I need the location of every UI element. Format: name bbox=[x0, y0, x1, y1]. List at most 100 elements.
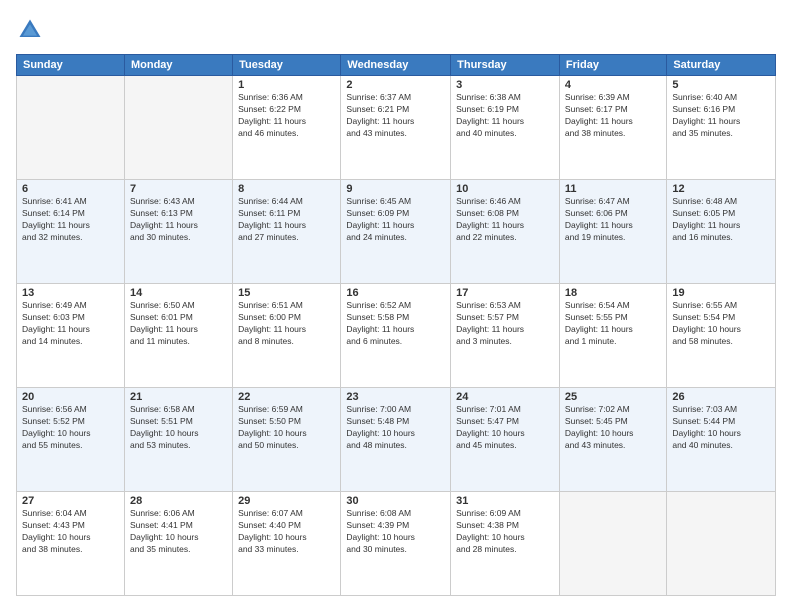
day-number: 12 bbox=[672, 183, 770, 195]
day-info: Sunrise: 6:54 AM Sunset: 5:55 PM Dayligh… bbox=[565, 300, 661, 348]
calendar-cell: 14Sunrise: 6:50 AM Sunset: 6:01 PM Dayli… bbox=[124, 284, 232, 388]
day-number: 4 bbox=[565, 79, 661, 91]
day-info: Sunrise: 6:38 AM Sunset: 6:19 PM Dayligh… bbox=[456, 92, 554, 140]
calendar-cell: 19Sunrise: 6:55 AM Sunset: 5:54 PM Dayli… bbox=[667, 284, 776, 388]
day-number: 1 bbox=[238, 79, 335, 91]
day-info: Sunrise: 6:47 AM Sunset: 6:06 PM Dayligh… bbox=[565, 196, 661, 244]
day-info: Sunrise: 6:37 AM Sunset: 6:21 PM Dayligh… bbox=[346, 92, 445, 140]
calendar-cell: 30Sunrise: 6:08 AM Sunset: 4:39 PM Dayli… bbox=[341, 492, 451, 596]
day-number: 14 bbox=[130, 287, 227, 299]
calendar-cell: 3Sunrise: 6:38 AM Sunset: 6:19 PM Daylig… bbox=[451, 76, 560, 180]
day-info: Sunrise: 6:08 AM Sunset: 4:39 PM Dayligh… bbox=[346, 508, 445, 556]
calendar-cell bbox=[124, 76, 232, 180]
calendar-cell: 22Sunrise: 6:59 AM Sunset: 5:50 PM Dayli… bbox=[233, 388, 341, 492]
day-number: 5 bbox=[672, 79, 770, 91]
calendar-cell: 10Sunrise: 6:46 AM Sunset: 6:08 PM Dayli… bbox=[451, 180, 560, 284]
day-info: Sunrise: 6:39 AM Sunset: 6:17 PM Dayligh… bbox=[565, 92, 661, 140]
day-number: 9 bbox=[346, 183, 445, 195]
day-number: 22 bbox=[238, 391, 335, 403]
calendar-cell: 29Sunrise: 6:07 AM Sunset: 4:40 PM Dayli… bbox=[233, 492, 341, 596]
day-number: 7 bbox=[130, 183, 227, 195]
day-info: Sunrise: 6:04 AM Sunset: 4:43 PM Dayligh… bbox=[22, 508, 119, 556]
day-number: 19 bbox=[672, 287, 770, 299]
day-number: 2 bbox=[346, 79, 445, 91]
calendar-week-5: 27Sunrise: 6:04 AM Sunset: 4:43 PM Dayli… bbox=[17, 492, 776, 596]
calendar-cell: 7Sunrise: 6:43 AM Sunset: 6:13 PM Daylig… bbox=[124, 180, 232, 284]
day-info: Sunrise: 6:36 AM Sunset: 6:22 PM Dayligh… bbox=[238, 92, 335, 140]
day-number: 28 bbox=[130, 495, 227, 507]
day-info: Sunrise: 7:01 AM Sunset: 5:47 PM Dayligh… bbox=[456, 404, 554, 452]
calendar-cell: 8Sunrise: 6:44 AM Sunset: 6:11 PM Daylig… bbox=[233, 180, 341, 284]
day-info: Sunrise: 6:51 AM Sunset: 6:00 PM Dayligh… bbox=[238, 300, 335, 348]
day-info: Sunrise: 6:58 AM Sunset: 5:51 PM Dayligh… bbox=[130, 404, 227, 452]
day-info: Sunrise: 6:48 AM Sunset: 6:05 PM Dayligh… bbox=[672, 196, 770, 244]
day-info: Sunrise: 6:52 AM Sunset: 5:58 PM Dayligh… bbox=[346, 300, 445, 348]
day-info: Sunrise: 6:59 AM Sunset: 5:50 PM Dayligh… bbox=[238, 404, 335, 452]
day-info: Sunrise: 6:41 AM Sunset: 6:14 PM Dayligh… bbox=[22, 196, 119, 244]
day-info: Sunrise: 6:50 AM Sunset: 6:01 PM Dayligh… bbox=[130, 300, 227, 348]
day-info: Sunrise: 6:40 AM Sunset: 6:16 PM Dayligh… bbox=[672, 92, 770, 140]
day-number: 16 bbox=[346, 287, 445, 299]
calendar-header-monday: Monday bbox=[124, 55, 232, 76]
calendar-cell: 5Sunrise: 6:40 AM Sunset: 6:16 PM Daylig… bbox=[667, 76, 776, 180]
day-number: 11 bbox=[565, 183, 661, 195]
calendar-header-friday: Friday bbox=[559, 55, 666, 76]
day-info: Sunrise: 7:00 AM Sunset: 5:48 PM Dayligh… bbox=[346, 404, 445, 452]
day-number: 24 bbox=[456, 391, 554, 403]
calendar-header-thursday: Thursday bbox=[451, 55, 560, 76]
logo-icon bbox=[16, 16, 44, 44]
day-info: Sunrise: 6:06 AM Sunset: 4:41 PM Dayligh… bbox=[130, 508, 227, 556]
day-number: 25 bbox=[565, 391, 661, 403]
calendar-cell: 15Sunrise: 6:51 AM Sunset: 6:00 PM Dayli… bbox=[233, 284, 341, 388]
day-info: Sunrise: 6:56 AM Sunset: 5:52 PM Dayligh… bbox=[22, 404, 119, 452]
day-number: 30 bbox=[346, 495, 445, 507]
day-number: 10 bbox=[456, 183, 554, 195]
calendar-week-4: 20Sunrise: 6:56 AM Sunset: 5:52 PM Dayli… bbox=[17, 388, 776, 492]
calendar-table: SundayMondayTuesdayWednesdayThursdayFrid… bbox=[16, 54, 776, 596]
calendar-cell bbox=[17, 76, 125, 180]
day-number: 8 bbox=[238, 183, 335, 195]
calendar-cell: 23Sunrise: 7:00 AM Sunset: 5:48 PM Dayli… bbox=[341, 388, 451, 492]
calendar-cell: 25Sunrise: 7:02 AM Sunset: 5:45 PM Dayli… bbox=[559, 388, 666, 492]
calendar-week-2: 6Sunrise: 6:41 AM Sunset: 6:14 PM Daylig… bbox=[17, 180, 776, 284]
calendar-header-wednesday: Wednesday bbox=[341, 55, 451, 76]
day-number: 15 bbox=[238, 287, 335, 299]
day-info: Sunrise: 6:43 AM Sunset: 6:13 PM Dayligh… bbox=[130, 196, 227, 244]
calendar-cell: 2Sunrise: 6:37 AM Sunset: 6:21 PM Daylig… bbox=[341, 76, 451, 180]
calendar-cell: 4Sunrise: 6:39 AM Sunset: 6:17 PM Daylig… bbox=[559, 76, 666, 180]
calendar-cell: 18Sunrise: 6:54 AM Sunset: 5:55 PM Dayli… bbox=[559, 284, 666, 388]
day-number: 20 bbox=[22, 391, 119, 403]
day-info: Sunrise: 6:09 AM Sunset: 4:38 PM Dayligh… bbox=[456, 508, 554, 556]
day-info: Sunrise: 6:07 AM Sunset: 4:40 PM Dayligh… bbox=[238, 508, 335, 556]
day-number: 6 bbox=[22, 183, 119, 195]
calendar-cell: 21Sunrise: 6:58 AM Sunset: 5:51 PM Dayli… bbox=[124, 388, 232, 492]
calendar-cell: 24Sunrise: 7:01 AM Sunset: 5:47 PM Dayli… bbox=[451, 388, 560, 492]
calendar-week-1: 1Sunrise: 6:36 AM Sunset: 6:22 PM Daylig… bbox=[17, 76, 776, 180]
page: SundayMondayTuesdayWednesdayThursdayFrid… bbox=[0, 0, 792, 612]
calendar-cell: 12Sunrise: 6:48 AM Sunset: 6:05 PM Dayli… bbox=[667, 180, 776, 284]
day-number: 21 bbox=[130, 391, 227, 403]
logo bbox=[16, 16, 48, 44]
day-info: Sunrise: 6:46 AM Sunset: 6:08 PM Dayligh… bbox=[456, 196, 554, 244]
day-info: Sunrise: 6:44 AM Sunset: 6:11 PM Dayligh… bbox=[238, 196, 335, 244]
calendar-cell: 13Sunrise: 6:49 AM Sunset: 6:03 PM Dayli… bbox=[17, 284, 125, 388]
calendar-cell: 31Sunrise: 6:09 AM Sunset: 4:38 PM Dayli… bbox=[451, 492, 560, 596]
calendar-cell: 9Sunrise: 6:45 AM Sunset: 6:09 PM Daylig… bbox=[341, 180, 451, 284]
calendar-header-sunday: Sunday bbox=[17, 55, 125, 76]
day-number: 27 bbox=[22, 495, 119, 507]
calendar-cell: 1Sunrise: 6:36 AM Sunset: 6:22 PM Daylig… bbox=[233, 76, 341, 180]
calendar-cell: 17Sunrise: 6:53 AM Sunset: 5:57 PM Dayli… bbox=[451, 284, 560, 388]
calendar-header-saturday: Saturday bbox=[667, 55, 776, 76]
calendar-cell: 27Sunrise: 6:04 AM Sunset: 4:43 PM Dayli… bbox=[17, 492, 125, 596]
day-number: 3 bbox=[456, 79, 554, 91]
calendar-cell: 28Sunrise: 6:06 AM Sunset: 4:41 PM Dayli… bbox=[124, 492, 232, 596]
calendar-week-3: 13Sunrise: 6:49 AM Sunset: 6:03 PM Dayli… bbox=[17, 284, 776, 388]
day-info: Sunrise: 6:49 AM Sunset: 6:03 PM Dayligh… bbox=[22, 300, 119, 348]
day-number: 17 bbox=[456, 287, 554, 299]
calendar-cell bbox=[667, 492, 776, 596]
day-info: Sunrise: 6:53 AM Sunset: 5:57 PM Dayligh… bbox=[456, 300, 554, 348]
day-number: 31 bbox=[456, 495, 554, 507]
day-number: 29 bbox=[238, 495, 335, 507]
calendar-cell: 11Sunrise: 6:47 AM Sunset: 6:06 PM Dayli… bbox=[559, 180, 666, 284]
calendar-cell: 26Sunrise: 7:03 AM Sunset: 5:44 PM Dayli… bbox=[667, 388, 776, 492]
